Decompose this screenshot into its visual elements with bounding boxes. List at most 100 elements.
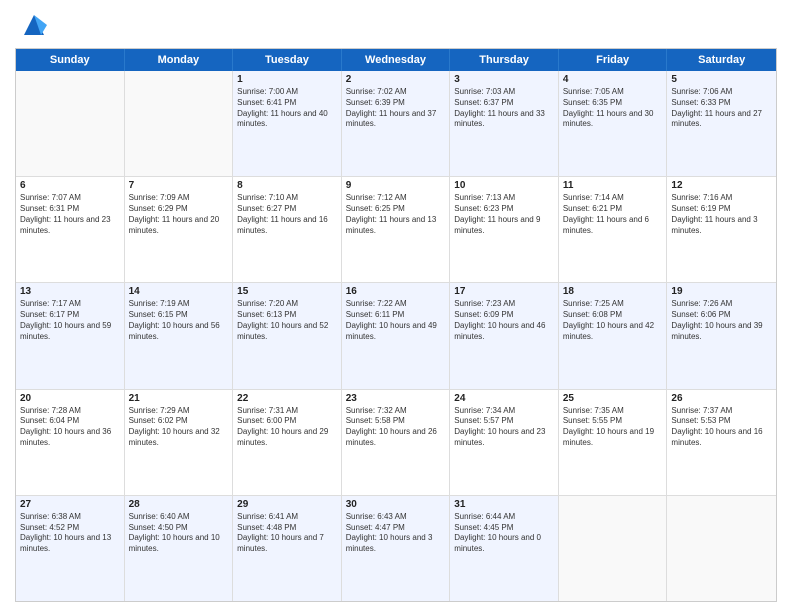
day-number: 27 bbox=[20, 499, 120, 510]
day-number: 13 bbox=[20, 286, 120, 297]
day-number: 23 bbox=[346, 393, 446, 404]
header-cell-monday: Monday bbox=[125, 49, 234, 71]
header-cell-sunday: Sunday bbox=[16, 49, 125, 71]
cell-info: Sunrise: 7:03 AMSunset: 6:37 PMDaylight:… bbox=[454, 87, 554, 130]
cal-cell-r1-c6: 12 Sunrise: 7:16 AMSunset: 6:19 PMDayligh… bbox=[667, 177, 776, 282]
cell-info: Sunrise: 7:02 AMSunset: 6:39 PMDaylight:… bbox=[346, 87, 446, 130]
cal-cell-r3-c5: 25 Sunrise: 7:35 AMSunset: 5:55 PMDayligh… bbox=[559, 390, 668, 495]
cal-cell-r0-c6: 5 Sunrise: 7:06 AMSunset: 6:33 PMDaylight… bbox=[667, 71, 776, 176]
header-cell-thursday: Thursday bbox=[450, 49, 559, 71]
day-number: 1 bbox=[237, 74, 337, 85]
day-number: 24 bbox=[454, 393, 554, 404]
cell-info: Sunrise: 7:10 AMSunset: 6:27 PMDaylight:… bbox=[237, 193, 337, 236]
cal-cell-r0-c0 bbox=[16, 71, 125, 176]
cell-info: Sunrise: 7:17 AMSunset: 6:17 PMDaylight:… bbox=[20, 299, 120, 342]
cal-cell-r3-c4: 24 Sunrise: 7:34 AMSunset: 5:57 PMDayligh… bbox=[450, 390, 559, 495]
cell-info: Sunrise: 7:35 AMSunset: 5:55 PMDaylight:… bbox=[563, 406, 663, 449]
day-number: 28 bbox=[129, 499, 229, 510]
day-number: 16 bbox=[346, 286, 446, 297]
cell-info: Sunrise: 6:43 AMSunset: 4:47 PMDaylight:… bbox=[346, 512, 446, 555]
calendar-row-1: 6 Sunrise: 7:07 AMSunset: 6:31 PMDaylight… bbox=[16, 177, 776, 283]
logo bbox=[15, 10, 49, 40]
cal-cell-r4-c3: 30 Sunrise: 6:43 AMSunset: 4:47 PMDayligh… bbox=[342, 496, 451, 601]
day-number: 11 bbox=[563, 180, 663, 191]
calendar-row-3: 20Sunrise: 7:28 AMSunset: 6:04 PMDayligh… bbox=[16, 390, 776, 496]
day-number: 26 bbox=[671, 393, 772, 404]
day-number: 2 bbox=[346, 74, 446, 85]
day-number: 21 bbox=[129, 393, 229, 404]
day-number: 3 bbox=[454, 74, 554, 85]
logo-icon bbox=[19, 10, 49, 40]
cal-cell-r0-c2: 1 Sunrise: 7:00 AMSunset: 6:41 PMDaylight… bbox=[233, 71, 342, 176]
cal-cell-r0-c3: 2 Sunrise: 7:02 AMSunset: 6:39 PMDaylight… bbox=[342, 71, 451, 176]
day-number: 14 bbox=[129, 286, 229, 297]
cal-cell-r4-c5 bbox=[559, 496, 668, 601]
cell-info: Sunrise: 6:40 AMSunset: 4:50 PMDaylight:… bbox=[129, 512, 229, 555]
day-number: 5 bbox=[671, 74, 772, 85]
cal-cell-r2-c2: 15 Sunrise: 7:20 AMSunset: 6:13 PMDayligh… bbox=[233, 283, 342, 388]
cal-cell-r1-c0: 6 Sunrise: 7:07 AMSunset: 6:31 PMDaylight… bbox=[16, 177, 125, 282]
calendar-header: SundayMondayTuesdayWednesdayThursdayFrid… bbox=[16, 49, 776, 71]
cell-info: Sunrise: 7:25 AMSunset: 6:08 PMDaylight:… bbox=[563, 299, 663, 342]
cal-cell-r4-c2: 29 Sunrise: 6:41 AMSunset: 4:48 PMDayligh… bbox=[233, 496, 342, 601]
cell-info: Sunrise: 7:06 AMSunset: 6:33 PMDaylight:… bbox=[671, 87, 772, 130]
cal-cell-r4-c0: 27 Sunrise: 6:38 AMSunset: 4:52 PMDayligh… bbox=[16, 496, 125, 601]
day-number: 7 bbox=[129, 180, 229, 191]
cell-info: Sunrise: 7:07 AMSunset: 6:31 PMDaylight:… bbox=[20, 193, 120, 236]
header-cell-tuesday: Tuesday bbox=[233, 49, 342, 71]
cell-info: Sunrise: 7:16 AMSunset: 6:19 PMDaylight:… bbox=[671, 193, 772, 236]
cal-cell-r4-c1: 28 Sunrise: 6:40 AMSunset: 4:50 PMDayligh… bbox=[125, 496, 234, 601]
day-number: 12 bbox=[671, 180, 772, 191]
cal-cell-r1-c2: 8 Sunrise: 7:10 AMSunset: 6:27 PMDaylight… bbox=[233, 177, 342, 282]
calendar: SundayMondayTuesdayWednesdayThursdayFrid… bbox=[15, 48, 777, 602]
cal-cell-r3-c3: 23Sunrise: 7:32 AMSunset: 5:58 PMDayligh… bbox=[342, 390, 451, 495]
cell-info: Sunrise: 7:12 AMSunset: 6:25 PMDaylight:… bbox=[346, 193, 446, 236]
cal-cell-r3-c1: 21Sunrise: 7:29 AMSunset: 6:02 PMDayligh… bbox=[125, 390, 234, 495]
cal-cell-r3-c6: 26Sunrise: 7:37 AMSunset: 5:53 PMDayligh… bbox=[667, 390, 776, 495]
cal-cell-r0-c5: 4 Sunrise: 7:05 AMSunset: 6:35 PMDaylight… bbox=[559, 71, 668, 176]
header bbox=[15, 10, 777, 40]
cell-info: Sunrise: 7:31 AMSunset: 6:00 PMDaylight:… bbox=[237, 406, 337, 449]
cal-cell-r0-c4: 3 Sunrise: 7:03 AMSunset: 6:37 PMDaylight… bbox=[450, 71, 559, 176]
cal-cell-r4-c4: 31Sunrise: 6:44 AMSunset: 4:45 PMDayligh… bbox=[450, 496, 559, 601]
header-cell-saturday: Saturday bbox=[667, 49, 776, 71]
day-number: 6 bbox=[20, 180, 120, 191]
cal-cell-r1-c3: 9Sunrise: 7:12 AMSunset: 6:25 PMDaylight… bbox=[342, 177, 451, 282]
cell-info: Sunrise: 6:41 AMSunset: 4:48 PMDaylight:… bbox=[237, 512, 337, 555]
cell-info: Sunrise: 7:34 AMSunset: 5:57 PMDaylight:… bbox=[454, 406, 554, 449]
cell-info: Sunrise: 7:00 AMSunset: 6:41 PMDaylight:… bbox=[237, 87, 337, 130]
page: SundayMondayTuesdayWednesdayThursdayFrid… bbox=[0, 0, 792, 612]
day-number: 4 bbox=[563, 74, 663, 85]
cal-cell-r1-c1: 7 Sunrise: 7:09 AMSunset: 6:29 PMDaylight… bbox=[125, 177, 234, 282]
cal-cell-r1-c4: 10Sunrise: 7:13 AMSunset: 6:23 PMDayligh… bbox=[450, 177, 559, 282]
day-number: 18 bbox=[563, 286, 663, 297]
cell-info: Sunrise: 6:44 AMSunset: 4:45 PMDaylight:… bbox=[454, 512, 554, 555]
cal-cell-r4-c6 bbox=[667, 496, 776, 601]
cell-info: Sunrise: 7:19 AMSunset: 6:15 PMDaylight:… bbox=[129, 299, 229, 342]
calendar-body: 1 Sunrise: 7:00 AMSunset: 6:41 PMDaylight… bbox=[16, 71, 776, 601]
cell-info: Sunrise: 7:23 AMSunset: 6:09 PMDaylight:… bbox=[454, 299, 554, 342]
cal-cell-r1-c5: 11Sunrise: 7:14 AMSunset: 6:21 PMDayligh… bbox=[559, 177, 668, 282]
cal-cell-r2-c3: 16Sunrise: 7:22 AMSunset: 6:11 PMDayligh… bbox=[342, 283, 451, 388]
header-cell-wednesday: Wednesday bbox=[342, 49, 451, 71]
day-number: 8 bbox=[237, 180, 337, 191]
day-number: 30 bbox=[346, 499, 446, 510]
cal-cell-r0-c1 bbox=[125, 71, 234, 176]
day-number: 15 bbox=[237, 286, 337, 297]
cal-cell-r3-c0: 20Sunrise: 7:28 AMSunset: 6:04 PMDayligh… bbox=[16, 390, 125, 495]
cell-info: Sunrise: 7:05 AMSunset: 6:35 PMDaylight:… bbox=[563, 87, 663, 130]
day-number: 10 bbox=[454, 180, 554, 191]
cell-info: Sunrise: 7:28 AMSunset: 6:04 PMDaylight:… bbox=[20, 406, 120, 449]
cal-cell-r2-c0: 13 Sunrise: 7:17 AMSunset: 6:17 PMDayligh… bbox=[16, 283, 125, 388]
day-number: 22 bbox=[237, 393, 337, 404]
day-number: 25 bbox=[563, 393, 663, 404]
calendar-row-4: 27 Sunrise: 6:38 AMSunset: 4:52 PMDayligh… bbox=[16, 496, 776, 601]
cal-cell-r2-c5: 18 Sunrise: 7:25 AMSunset: 6:08 PMDayligh… bbox=[559, 283, 668, 388]
cell-info: Sunrise: 6:38 AMSunset: 4:52 PMDaylight:… bbox=[20, 512, 120, 555]
day-number: 19 bbox=[671, 286, 772, 297]
cell-info: Sunrise: 7:09 AMSunset: 6:29 PMDaylight:… bbox=[129, 193, 229, 236]
header-cell-friday: Friday bbox=[559, 49, 668, 71]
cell-info: Sunrise: 7:20 AMSunset: 6:13 PMDaylight:… bbox=[237, 299, 337, 342]
day-number: 29 bbox=[237, 499, 337, 510]
cal-cell-r2-c4: 17Sunrise: 7:23 AMSunset: 6:09 PMDayligh… bbox=[450, 283, 559, 388]
